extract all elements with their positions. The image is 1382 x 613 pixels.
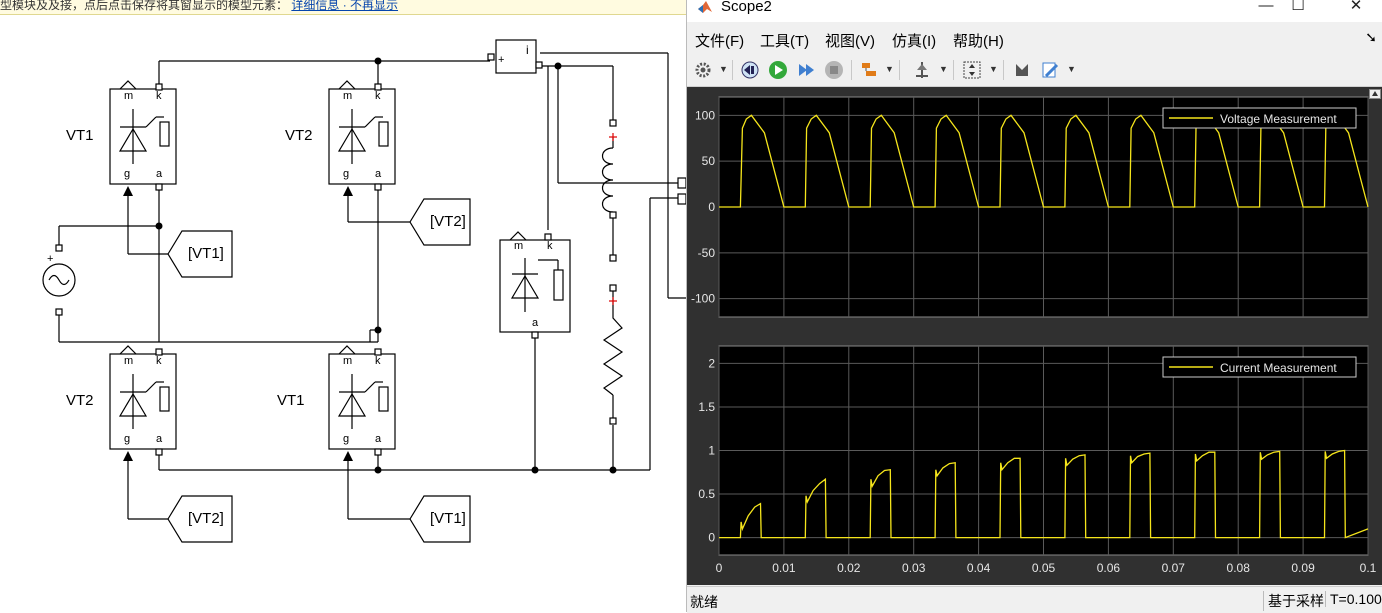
circuit-wiring bbox=[42, 39, 686, 543]
menu-tools[interactable]: 工具(T) bbox=[760, 30, 809, 51]
banner-link[interactable]: 详细信息 · 不再显示 bbox=[291, 0, 398, 12]
y-tick-label: 1 bbox=[708, 444, 715, 458]
y-tick-label: 0 bbox=[708, 200, 715, 214]
x-tick-label: 0.03 bbox=[902, 561, 926, 575]
matlab-logo-icon bbox=[698, 1, 712, 13]
port-a: a bbox=[156, 433, 163, 445]
goto-tag-3[interactable]: [VT2] bbox=[188, 510, 224, 527]
banner-text: 型模块及及接，点后点击保存将其窗显示的模型元素： bbox=[0, 0, 289, 12]
x-tick-label: 0 bbox=[716, 561, 723, 575]
y-tick-label: 1.5 bbox=[698, 400, 715, 414]
y-tick-label: 50 bbox=[702, 154, 716, 168]
menu-file[interactable]: 文件(F) bbox=[695, 30, 744, 51]
info-banner: 型模块及及接，点后点击保存将其窗显示的模型元素： 详细信息 · 不再显示 bbox=[0, 0, 686, 15]
zoom-dropdown-icon[interactable]: ▼ bbox=[989, 64, 998, 74]
menu-bar: 文件(F) 工具(T) 视图(V) 仿真(I) 帮助(H) ➘ bbox=[687, 26, 1382, 52]
x-tick-label: 0.02 bbox=[837, 561, 861, 575]
y-tick-label: 100 bbox=[695, 108, 715, 122]
port-a: a bbox=[156, 168, 163, 180]
style-icon[interactable] bbox=[1011, 59, 1033, 81]
x-tick-label: 0.05 bbox=[1032, 561, 1056, 575]
x-tick-label: 0.04 bbox=[967, 561, 991, 575]
sample-mode: 基于采样 bbox=[1263, 591, 1328, 611]
stop-icon[interactable] bbox=[823, 59, 845, 81]
scope-window[interactable]: Scope2 — ☐ ✕ 文件(F) 工具(T) 视图(V) 仿真(I) 帮助(… bbox=[686, 0, 1382, 613]
x-tick-label: 0.01 bbox=[772, 561, 796, 575]
signal-selector-icon[interactable] bbox=[859, 59, 881, 81]
thyristor-label-2: VT2 bbox=[285, 127, 313, 144]
port-a: a bbox=[375, 433, 382, 445]
thyristor-label-1: VT1 bbox=[66, 127, 94, 144]
cursor-dropdown-icon[interactable]: ▼ bbox=[939, 64, 948, 74]
port-k: k bbox=[547, 240, 553, 252]
y-tick-label: -100 bbox=[691, 292, 715, 306]
port-g: g bbox=[343, 433, 350, 445]
menu-view[interactable]: 视图(V) bbox=[825, 30, 875, 51]
goto-tag-2[interactable]: [VT2] bbox=[430, 213, 466, 230]
port-k: k bbox=[156, 90, 162, 102]
toolbar-separator bbox=[953, 60, 954, 80]
signal-dropdown-icon[interactable]: ▼ bbox=[885, 64, 894, 74]
simulation-time: T=0.100 bbox=[1325, 591, 1382, 607]
port-a: a bbox=[375, 168, 382, 180]
port-k: k bbox=[375, 355, 381, 367]
menu-simulation[interactable]: 仿真(I) bbox=[892, 30, 936, 51]
x-tick-label: 0.1 bbox=[1360, 561, 1377, 575]
undock-icon[interactable] bbox=[1369, 89, 1381, 99]
y-tick-label: 2 bbox=[708, 356, 715, 370]
scope-plots[interactable]: -100 -50 0 50 100 Voltage Measurement 0 0.5 1 1.5… bbox=[687, 87, 1382, 585]
thyristor-label-3: VT2 bbox=[66, 392, 94, 409]
edit-dropdown-icon[interactable]: ▼ bbox=[1067, 64, 1076, 74]
port-g: g bbox=[124, 168, 131, 180]
window-title: Scope2 bbox=[721, 0, 772, 15]
toolbar-separator bbox=[1003, 60, 1004, 80]
port-g: g bbox=[343, 168, 350, 180]
toolbar: ▼ ▼ ▼ ▼ ▼ bbox=[687, 54, 1382, 87]
thyristor-label-4: VT1 bbox=[277, 392, 305, 409]
dock-arrow-icon[interactable]: ➘ bbox=[1365, 29, 1377, 46]
y-tick-label: 0 bbox=[708, 531, 715, 545]
settings-icon[interactable] bbox=[692, 59, 714, 81]
x-tick-label: 0.09 bbox=[1291, 561, 1315, 575]
legend-label: Voltage Measurement bbox=[1220, 112, 1337, 126]
simulink-diagram-canvas[interactable]: VT1 VT2 VT2 VT1 [VT1] [VT2] [VT2] [VT1] … bbox=[0, 15, 686, 612]
goto-tag-4[interactable]: [VT1] bbox=[430, 510, 466, 527]
y-tick-label: -50 bbox=[698, 246, 716, 260]
port-k: k bbox=[156, 355, 162, 367]
legend-label: Current Measurement bbox=[1220, 361, 1337, 375]
meas-plus-label: + bbox=[498, 54, 505, 66]
x-tick-label: 0.07 bbox=[1162, 561, 1186, 575]
port-g: g bbox=[124, 433, 131, 445]
toolbar-separator bbox=[732, 60, 733, 80]
toolbar-separator bbox=[899, 60, 900, 80]
step-forward-icon[interactable] bbox=[795, 59, 817, 81]
toolbar-separator bbox=[851, 60, 852, 80]
goto-tag-1[interactable]: [VT1] bbox=[188, 245, 224, 262]
port-m: m bbox=[124, 90, 134, 102]
x-tick-label: 0.08 bbox=[1227, 561, 1251, 575]
port-a: a bbox=[532, 317, 539, 329]
maximize-button[interactable]: ☐ bbox=[1275, 0, 1321, 16]
source-plus-label: + bbox=[47, 253, 54, 265]
close-button[interactable]: ✕ bbox=[1333, 0, 1379, 16]
settings-dropdown-icon[interactable]: ▼ bbox=[719, 64, 728, 74]
cursor-measure-icon[interactable] bbox=[911, 59, 933, 81]
restore-icon[interactable] bbox=[739, 59, 761, 81]
status-bar: 就绪 基于采样 T=0.100 bbox=[687, 586, 1382, 613]
port-m: m bbox=[124, 355, 134, 367]
menu-help[interactable]: 帮助(H) bbox=[953, 30, 1004, 51]
status-text: 就绪 bbox=[690, 594, 718, 610]
port-m: m bbox=[343, 355, 353, 367]
plot-area[interactable]: -100 -50 0 50 100 Voltage Measurement 0 0.5 1 1.5… bbox=[687, 87, 1382, 585]
meas-i-label: i bbox=[526, 43, 529, 57]
run-icon[interactable] bbox=[767, 59, 789, 81]
edit-icon[interactable] bbox=[1039, 59, 1061, 81]
port-m: m bbox=[343, 90, 353, 102]
x-tick-label: 0.06 bbox=[1097, 561, 1121, 575]
y-tick-label: 0.5 bbox=[698, 487, 715, 501]
port-m: m bbox=[514, 240, 524, 252]
title-bar[interactable]: Scope2 — ☐ ✕ bbox=[687, 0, 1382, 22]
zoom-axes-icon[interactable] bbox=[961, 59, 983, 81]
port-k: k bbox=[375, 90, 381, 102]
